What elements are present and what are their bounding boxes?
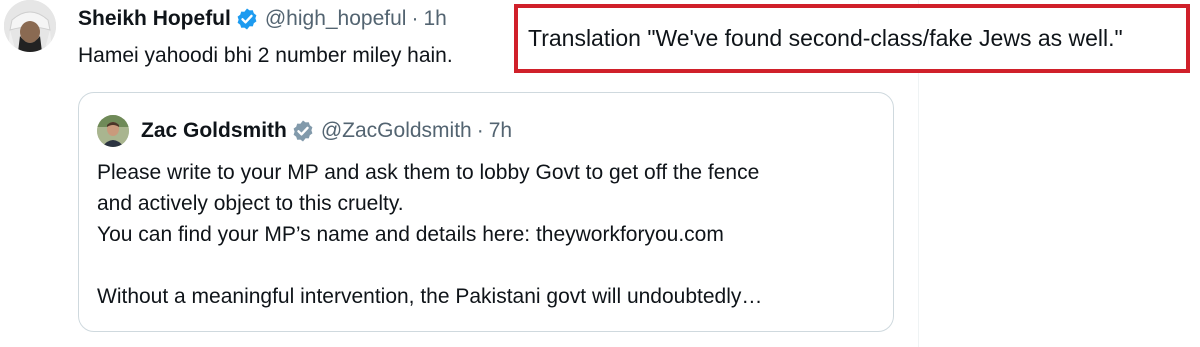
- quoted-tweet-timestamp[interactable]: 7h: [489, 118, 512, 144]
- author-name[interactable]: Sheikh Hopeful: [78, 6, 231, 32]
- verified-badge-icon[interactable]: [235, 7, 259, 31]
- author-avatar[interactable]: [4, 0, 56, 52]
- quoted-header-separator: ·: [476, 119, 484, 142]
- quoted-tweet-text: Please write to your MP and ask them to …: [97, 157, 877, 312]
- quoted-author-handle[interactable]: @ZacGoldsmith: [321, 118, 472, 144]
- quoted-text-blank-line: [97, 250, 877, 281]
- quoted-text-line: You can find your MP’s name and details …: [97, 223, 724, 246]
- tweet-header: Sheikh Hopeful @high_hopeful · 1h: [78, 6, 447, 32]
- quoted-text-line: Please write to your MP and ask them to …: [97, 161, 760, 184]
- translation-annotation-box: Translation "We've found second-class/fa…: [514, 4, 1190, 73]
- translation-text: Translation "We've found second-class/fa…: [528, 25, 1123, 51]
- tweet-timestamp[interactable]: 1h: [423, 6, 446, 32]
- quoted-author-avatar[interactable]: [97, 115, 129, 147]
- tweet-text: Hamei yahoodi bhi 2 number miley hain.: [78, 44, 453, 67]
- quoted-text-line: and actively object to this cruelty.: [97, 192, 404, 215]
- quoted-tweet-header: Zac Goldsmith @ZacGoldsmith · 7h: [141, 118, 512, 144]
- quoted-author-name[interactable]: Zac Goldsmith: [141, 118, 287, 144]
- quoted-text-line: Without a meaningful intervention, the P…: [97, 285, 763, 308]
- header-separator: ·: [411, 7, 419, 30]
- quoted-tweet-card[interactable]: Zac Goldsmith @ZacGoldsmith · 7h Please …: [78, 92, 894, 332]
- quoted-verified-badge-icon[interactable]: [291, 119, 315, 143]
- author-handle[interactable]: @high_hopeful: [265, 6, 407, 32]
